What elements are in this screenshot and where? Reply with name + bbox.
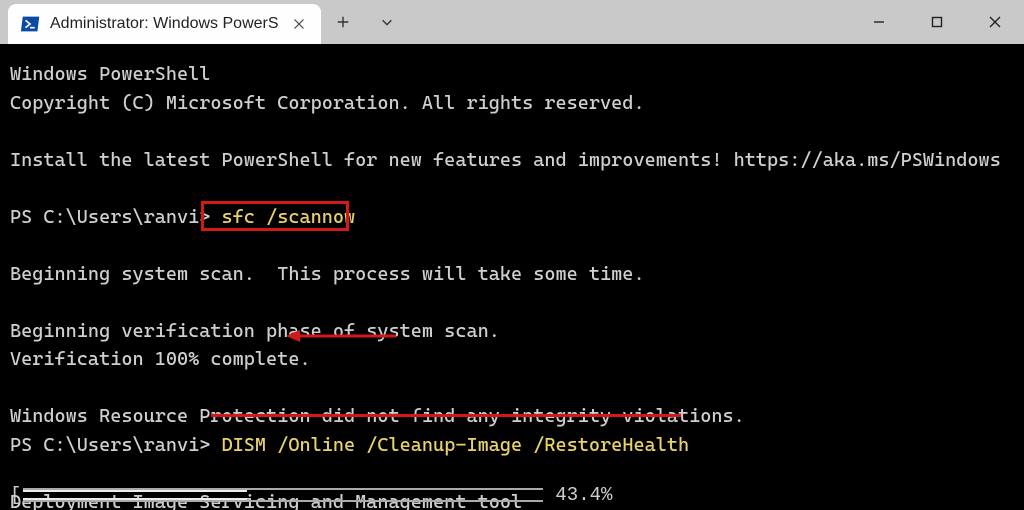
tab-powershell[interactable]: Administrator: Windows PowerS bbox=[8, 4, 321, 44]
close-window-button[interactable] bbox=[966, 0, 1024, 44]
maximize-button[interactable] bbox=[908, 0, 966, 44]
sfc-command: sfc /scannow bbox=[222, 206, 356, 228]
titlebar-drag-area[interactable] bbox=[409, 0, 850, 44]
minimize-button[interactable] bbox=[850, 0, 908, 44]
dism-progress: [ 43.4% bbox=[10, 484, 612, 506]
close-tab-button[interactable] bbox=[287, 12, 311, 36]
powershell-icon bbox=[20, 13, 42, 35]
progress-percent: 43.4% bbox=[555, 484, 612, 506]
terminal-output: Windows PowerShell Copyright (C) Microso… bbox=[10, 60, 1014, 510]
dism-command: DISM /Online /Cleanup-Image /RestoreHeal… bbox=[222, 434, 690, 456]
new-tab-button[interactable] bbox=[321, 0, 365, 44]
terminal-body[interactable]: Windows PowerShell Copyright (C) Microso… bbox=[0, 44, 1024, 510]
tab-title: Administrator: Windows PowerS bbox=[50, 15, 279, 33]
tab-dropdown-button[interactable] bbox=[365, 0, 409, 44]
window-titlebar: Administrator: Windows PowerS bbox=[0, 0, 1024, 44]
